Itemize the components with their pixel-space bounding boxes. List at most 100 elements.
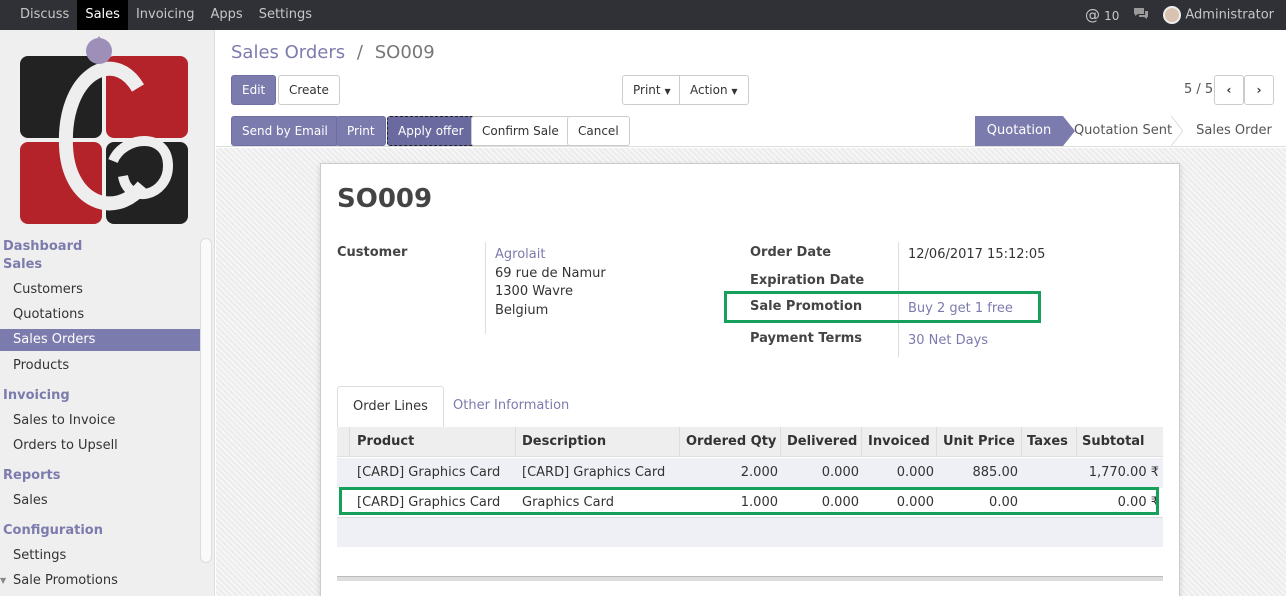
chevron-left-icon: ‹ xyxy=(1226,83,1232,97)
systray: @ 10 Administrator xyxy=(1085,0,1274,30)
order-date-label: Order Date xyxy=(750,245,832,260)
column-header-taxes[interactable]: Taxes xyxy=(1027,427,1068,457)
column-header-invoiced[interactable]: Invoiced xyxy=(868,427,930,457)
table-row[interactable]: [CARD] Graphics Card [CARD] Graphics Car… xyxy=(337,458,1163,488)
menu-settings[interactable]: Settings xyxy=(251,0,320,30)
stage-separator xyxy=(1171,116,1183,146)
sidebar-item-products[interactable]: Products xyxy=(0,355,200,377)
cell-subtotal: 1,770.00 ₹ xyxy=(1088,465,1159,480)
sidebar-section-reports: Reports xyxy=(3,468,61,483)
column-header-description[interactable]: Description xyxy=(522,427,606,457)
user-menu[interactable]: Administrator xyxy=(1163,6,1274,24)
mentions-indicator[interactable]: @ 10 xyxy=(1085,6,1119,24)
sidebar-item-settings[interactable]: Settings xyxy=(0,545,200,567)
create-button[interactable]: Create xyxy=(278,75,340,105)
column-divider xyxy=(1076,427,1077,457)
column-divider xyxy=(1021,427,1022,457)
main-menu: Discuss Sales Invoicing Apps Settings xyxy=(12,0,320,30)
breadcrumb: Sales Orders / SO009 xyxy=(231,42,435,63)
customer-address-line: 1300 Wavre xyxy=(495,284,573,299)
chevron-right-icon: › xyxy=(1256,83,1262,97)
user-name: Administrator xyxy=(1185,7,1274,23)
print-dropdown-label: Print xyxy=(633,83,661,97)
cell-description: [CARD] Graphics Card xyxy=(522,465,666,480)
action-dropdown[interactable]: Action ▼ xyxy=(679,75,749,105)
tab-order-lines[interactable]: Order Lines xyxy=(337,386,444,428)
sidebar-item-reports-sales[interactable]: Sales xyxy=(0,490,200,512)
cell-invoiced: 0.000 xyxy=(896,465,934,480)
mentions-count: 10 xyxy=(1104,9,1120,23)
sidebar-item-sales-orders[interactable]: Sales Orders xyxy=(0,329,200,351)
sale-promotion-label: Sale Promotion xyxy=(750,299,863,314)
chat-icon[interactable] xyxy=(1133,7,1149,24)
caret-down-icon: ▼ xyxy=(0,576,7,585)
column-divider xyxy=(349,427,350,457)
stage-quotation[interactable]: Quotation xyxy=(975,116,1063,146)
pager-next-button[interactable]: › xyxy=(1244,75,1274,105)
payment-terms-label: Payment Terms xyxy=(750,331,863,346)
sidebar-item-sale-promotions[interactable]: ▼ Sale Promotions xyxy=(0,570,200,592)
column-header-delivered[interactable]: Delivered xyxy=(787,427,857,457)
menu-invoicing[interactable]: Invoicing xyxy=(128,0,203,30)
apply-offer-button[interactable]: Apply offer xyxy=(387,116,475,146)
sidebar-section-dashboard[interactable]: Dashboard xyxy=(3,239,82,254)
statusbar: Send by Email Print Apply offer Confirm … xyxy=(216,115,1286,147)
stage-quotation-sent[interactable]: Quotation Sent xyxy=(1073,116,1173,146)
company-logo xyxy=(20,36,188,224)
order-date-value: 12/06/2017 15:12:05 xyxy=(908,247,1046,262)
sidebar-section-configuration: Configuration xyxy=(3,523,103,538)
sidebar-item-sales-to-invoice[interactable]: Sales to Invoice xyxy=(0,410,200,432)
column-divider xyxy=(515,427,516,457)
column-header-subtotal[interactable]: Subtotal xyxy=(1082,427,1145,457)
customer-label: Customer xyxy=(337,245,408,260)
column-header-unit-price[interactable]: Unit Price xyxy=(943,427,1015,457)
column-header-product[interactable]: Product xyxy=(357,427,414,457)
caret-down-icon: ▼ xyxy=(731,87,738,96)
customer-link[interactable]: Agrolait xyxy=(495,245,545,264)
tab-other-information[interactable]: Other Information xyxy=(438,386,584,428)
sidebar-item-quotations[interactable]: Quotations xyxy=(0,304,200,326)
discount-line-highlight xyxy=(339,487,1159,515)
form-sheet: SO009 Customer Agrolait 69 rue de Namur … xyxy=(320,163,1180,596)
cell-unit-price: 885.00 xyxy=(972,465,1019,480)
field-divider xyxy=(485,242,486,334)
menu-sales[interactable]: Sales xyxy=(77,0,128,30)
cancel-button[interactable]: Cancel xyxy=(567,116,630,146)
top-navbar: Discuss Sales Invoicing Apps Settings @ … xyxy=(0,0,1286,30)
section-divider xyxy=(337,576,1163,581)
column-header-ordered-qty[interactable]: Ordered Qty xyxy=(686,427,776,457)
column-divider xyxy=(679,427,680,457)
table-header: Product Description Ordered Qty Delivere… xyxy=(337,427,1163,457)
send-by-email-button[interactable]: Send by Email xyxy=(231,116,339,146)
order-title: SO009 xyxy=(337,184,433,214)
sale-promotion-link[interactable]: Buy 2 get 1 free xyxy=(908,299,1013,318)
print-dropdown[interactable]: Print ▼ xyxy=(622,75,682,105)
column-divider xyxy=(861,427,862,457)
sidebar-item-customers[interactable]: Customers xyxy=(0,279,200,301)
action-dropdown-label: Action xyxy=(690,83,728,97)
sidebar-section-sales: Sales xyxy=(3,257,43,272)
print-button[interactable]: Print xyxy=(336,116,386,146)
pager-previous-button[interactable]: ‹ xyxy=(1214,75,1244,105)
customer-address-line: Belgium xyxy=(495,303,549,318)
payment-terms-link[interactable]: 30 Net Days xyxy=(908,331,988,350)
cell-delivered: 0.000 xyxy=(821,465,859,480)
menu-discuss[interactable]: Discuss xyxy=(12,0,77,30)
edit-button[interactable]: Edit xyxy=(231,75,277,105)
pager-value[interactable]: 5 / 5 xyxy=(1184,82,1213,97)
sidebar-scrollbar[interactable] xyxy=(200,238,212,563)
avatar xyxy=(1163,6,1182,24)
sidebar-item-label: Sale Promotions xyxy=(13,573,118,588)
stage-sales-order[interactable]: Sales Order xyxy=(1188,116,1280,146)
at-icon: @ xyxy=(1084,6,1100,24)
breadcrumb-current: SO009 xyxy=(374,42,435,63)
confirm-sale-button[interactable]: Confirm Sale xyxy=(471,116,570,146)
form-tabs: Order Lines Other Information xyxy=(337,386,1163,428)
column-divider xyxy=(936,427,937,457)
sidebar-item-orders-to-upsell[interactable]: Orders to Upsell xyxy=(0,435,200,457)
sidebar: Dashboard Sales Customers Quotations Sal… xyxy=(0,30,215,596)
control-panel: Sales Orders / SO009 Edit Create Print ▼… xyxy=(216,30,1286,115)
menu-apps[interactable]: Apps xyxy=(203,0,251,30)
breadcrumb-sales-orders[interactable]: Sales Orders xyxy=(231,42,345,63)
cell-ordered-qty: 2.000 xyxy=(740,465,778,480)
